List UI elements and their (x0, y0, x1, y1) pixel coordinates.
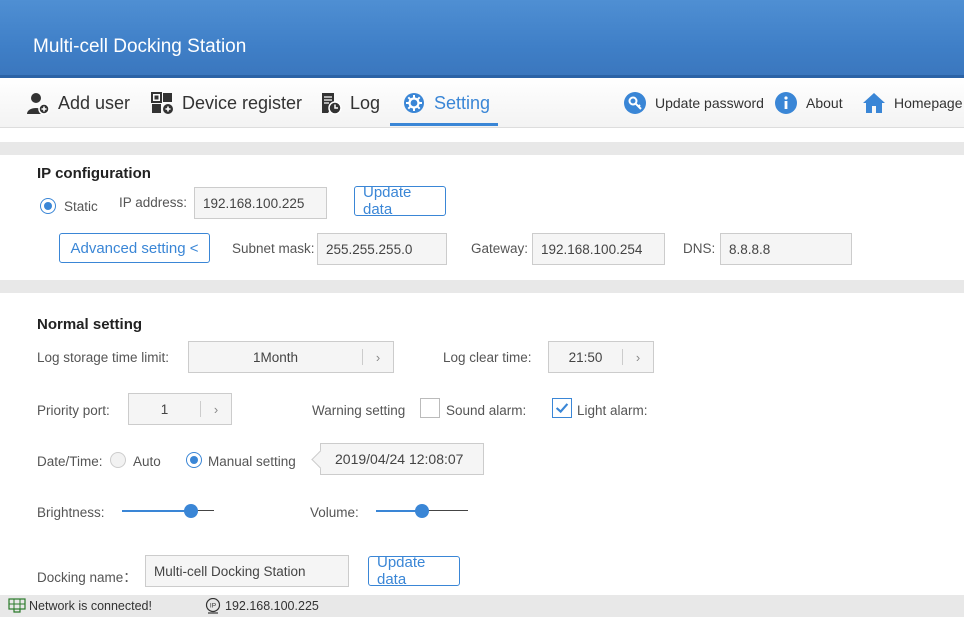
docking-name-label: Docking name： (37, 570, 137, 585)
nav-bar: Add user Device register Log Setting Upd… (0, 78, 964, 128)
ip-status-text: 192.168.100.225 (225, 599, 319, 613)
status-bar: Network is connected! IP 192.168.100.225 (0, 595, 964, 617)
nav-about[interactable]: About (774, 86, 843, 120)
brightness-slider[interactable] (122, 504, 214, 518)
nav-setting-label: Setting (434, 92, 491, 113)
priority-port-value: 1 (160, 401, 169, 417)
light-alarm-label: Light alarm: (577, 403, 648, 418)
add-user-icon (27, 93, 50, 115)
light-alarm-checkbox[interactable] (552, 398, 572, 418)
nav-homepage-label: Homepage (894, 95, 963, 111)
subnet-label: Subnet mask: (232, 241, 315, 256)
chevron-right-icon: › (375, 349, 381, 365)
nav-homepage[interactable]: Homepage (862, 86, 963, 120)
nav-update-password-label: Update password (655, 95, 764, 111)
volume-label: Volume: (310, 505, 359, 520)
nav-update-password[interactable]: Update password (623, 86, 764, 120)
nav-add-user[interactable]: Add user (26, 86, 130, 120)
log-clear-label: Log clear time: (443, 350, 532, 365)
network-status-text: Network is connected! (29, 599, 152, 613)
key-icon (624, 92, 646, 114)
checkmark-icon (555, 403, 569, 414)
nav-setting[interactable]: Setting (402, 86, 490, 120)
volume-slider[interactable] (376, 504, 468, 518)
subnet-field[interactable]: 255.255.255.0 (317, 233, 447, 265)
datetime-field[interactable]: 2019/04/24 12:08:07 (320, 443, 484, 475)
dns-label: DNS: (683, 241, 716, 256)
log-storage-select[interactable]: 1Month › (188, 341, 394, 373)
home-icon (863, 93, 885, 113)
slider-knob[interactable] (415, 504, 429, 518)
nav-device-register-label: Device register (182, 92, 303, 113)
device-register-icon (151, 92, 173, 114)
log-storage-value: 1Month (252, 349, 299, 365)
nav-add-user-label: Add user (58, 92, 131, 113)
section-separator (0, 280, 964, 293)
nav-log-label: Log (350, 92, 381, 113)
static-radio[interactable] (40, 198, 56, 214)
ip-config-title: IP configuration (37, 165, 151, 182)
nav-device-register[interactable]: Device register (150, 86, 302, 120)
log-icon (322, 93, 342, 115)
warning-setting-label: Warning setting (312, 403, 406, 418)
section-separator (0, 142, 964, 155)
normal-setting-title: Normal setting (37, 316, 143, 333)
brightness-label: Brightness: (37, 505, 105, 520)
chevron-right-icon: › (213, 401, 219, 417)
gateway-label: Gateway: (471, 241, 529, 256)
active-tab-indicator (390, 123, 498, 126)
datetime-label: Date/Time: (37, 454, 103, 469)
advanced-setting-button[interactable]: Advanced setting < (59, 233, 210, 263)
auto-radio[interactable] (110, 452, 126, 468)
sound-alarm-checkbox[interactable] (420, 398, 440, 418)
ip-address-field[interactable]: 192.168.100.225 (194, 187, 327, 219)
log-storage-label: Log storage time limit: (37, 350, 170, 365)
ip-icon: IP (205, 598, 221, 614)
network-status: Network is connected! (8, 598, 152, 614)
nav-log[interactable]: Log (318, 86, 380, 120)
sound-alarm-label: Sound alarm: (446, 403, 527, 418)
static-label: Static (64, 199, 98, 214)
info-icon (775, 92, 797, 114)
chevron-right-icon: › (635, 349, 641, 365)
network-icon (8, 598, 26, 613)
priority-port-label: Priority port: (37, 403, 110, 418)
ip-status: IP 192.168.100.225 (204, 598, 319, 614)
dns-field[interactable]: 8.8.8.8 (720, 233, 852, 265)
nav-about-label: About (806, 95, 843, 111)
docking-update-button[interactable]: Update data (368, 554, 460, 588)
manual-radio[interactable] (186, 452, 202, 468)
slider-knob[interactable] (184, 504, 198, 518)
svg-text:IP: IP (210, 603, 216, 610)
gear-icon (404, 93, 424, 113)
priority-port-select[interactable]: 1 › (128, 393, 232, 425)
log-clear-select[interactable]: 21:50 › (548, 341, 654, 373)
ip-update-button[interactable]: Update data (354, 184, 446, 218)
gateway-field[interactable]: 192.168.100.254 (532, 233, 665, 265)
title-bar: Multi-cell Docking Station (0, 0, 964, 78)
docking-name-field[interactable]: Multi-cell Docking Station (145, 555, 349, 587)
app-title: Multi-cell Docking Station (33, 36, 247, 57)
auto-label: Auto (133, 454, 161, 469)
manual-setting-label: Manual setting (208, 454, 296, 469)
log-clear-value: 21:50 (568, 349, 603, 365)
ip-address-label: IP address: (119, 195, 188, 210)
